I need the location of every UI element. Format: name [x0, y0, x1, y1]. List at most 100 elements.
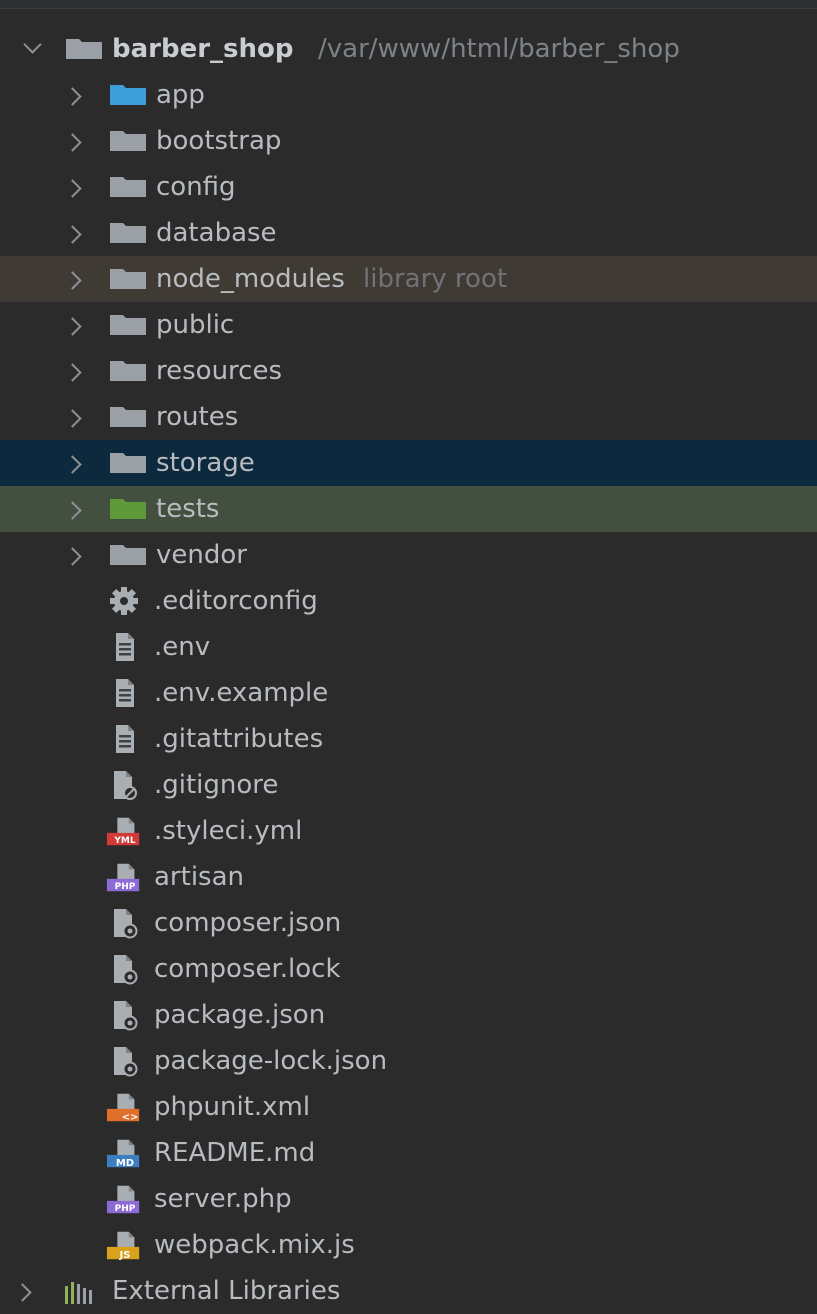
tree-row-folder-app[interactable]: app — [0, 72, 817, 118]
folder-icon — [110, 545, 146, 565]
file-label: webpack.mix.js — [154, 1230, 355, 1260]
file-label: README.md — [154, 1138, 316, 1168]
file-label: .editorconfig — [154, 586, 318, 616]
json-file-icon — [106, 997, 142, 1033]
file-label: .env — [154, 632, 211, 662]
tree-row-external-libraries[interactable]: External Libraries — [0, 1268, 817, 1314]
folder-label: tests — [156, 494, 220, 524]
folder-blue-icon — [110, 85, 146, 105]
tree-row-folder-routes[interactable]: routes — [0, 394, 817, 440]
file-badge: PHP — [114, 882, 136, 892]
folder-icon — [110, 223, 146, 243]
tree-row-file-package-json[interactable]: package.json — [0, 992, 817, 1038]
json-file-icon — [106, 1043, 142, 1079]
tree-row-folder-resources[interactable]: resources — [0, 348, 817, 394]
file-label: package.json — [154, 1000, 326, 1030]
tree-row-folder-tests[interactable]: tests — [0, 486, 817, 532]
file-badge: PHP — [114, 1204, 136, 1214]
chevron-right-icon[interactable] — [13, 1283, 32, 1302]
gear-icon — [106, 583, 142, 619]
external-libraries-label: External Libraries — [112, 1276, 341, 1306]
folder-label: node_modules — [156, 264, 345, 294]
chevron-right-icon[interactable] — [63, 317, 82, 336]
tree-row-file-server-php[interactable]: PHP server.php — [0, 1176, 817, 1222]
file-label: server.php — [154, 1184, 292, 1214]
file-label: .styleci.yml — [154, 816, 303, 846]
tree-row-file-webpack-mix-js[interactable]: JS webpack.mix.js — [0, 1222, 817, 1268]
folder-icon — [110, 315, 146, 335]
chevron-right-icon[interactable] — [63, 455, 82, 474]
tree-row-project-root[interactable]: barber_shop /var/www/html/barber_shop — [0, 26, 817, 72]
folder-label: public — [156, 310, 235, 340]
tree-row-file-phpunit-xml[interactable]: <> phpunit.xml — [0, 1084, 817, 1130]
chevron-down-icon[interactable] — [23, 35, 42, 54]
folder-icon — [66, 39, 102, 59]
folder-green-icon — [110, 499, 146, 519]
file-badge: MD — [115, 1158, 135, 1169]
chevron-right-icon[interactable] — [63, 409, 82, 428]
file-label: phpunit.xml — [154, 1092, 311, 1122]
folder-label: vendor — [156, 540, 247, 570]
file-label: composer.lock — [154, 954, 341, 984]
chevron-right-icon[interactable] — [63, 501, 82, 520]
file-label: package-lock.json — [154, 1046, 388, 1076]
tree-row-file-readme-md[interactable]: MD README.md — [0, 1130, 817, 1176]
tree-row-file-gitignore[interactable]: .gitignore — [0, 762, 817, 808]
toolbar-strip — [0, 0, 817, 9]
text-file-icon — [106, 629, 142, 665]
xml-file-icon: <> — [106, 1089, 142, 1125]
tree-row-file-env[interactable]: .env — [0, 624, 817, 670]
project-tree: barber_shop /var/www/html/barber_shop ap… — [0, 26, 817, 1314]
folder-icon — [110, 407, 146, 427]
folder-icon — [110, 269, 146, 289]
chevron-right-icon[interactable] — [63, 363, 82, 382]
tree-row-folder-config[interactable]: config — [0, 164, 817, 210]
file-badge: JS — [119, 1250, 131, 1261]
file-label: .gitignore — [154, 770, 279, 800]
chevron-right-icon[interactable] — [63, 179, 82, 198]
project-path: /var/www/html/barber_shop — [318, 34, 680, 64]
tree-row-file-artisan[interactable]: PHP artisan — [0, 854, 817, 900]
tree-row-file-package-lock-json[interactable]: package-lock.json — [0, 1038, 817, 1084]
tree-row-folder-public[interactable]: public — [0, 302, 817, 348]
tree-row-file-gitattributes[interactable]: .gitattributes — [0, 716, 817, 762]
folder-label: bootstrap — [156, 126, 282, 156]
project-name: barber_shop — [112, 34, 294, 64]
md-file-icon: MD — [106, 1135, 142, 1171]
tree-row-file-env-example[interactable]: .env.example — [0, 670, 817, 716]
chevron-right-icon[interactable] — [63, 87, 82, 106]
tree-row-file-composer-lock[interactable]: composer.lock — [0, 946, 817, 992]
folder-label: app — [156, 80, 205, 110]
folder-icon — [110, 131, 146, 151]
tree-row-folder-node-modules[interactable]: node_modules library root — [0, 256, 817, 302]
folder-label: resources — [156, 356, 283, 386]
folder-label: config — [156, 172, 236, 202]
folder-icon — [110, 177, 146, 197]
tree-row-folder-bootstrap[interactable]: bootstrap — [0, 118, 817, 164]
tree-row-file-editorconfig[interactable]: .editorconfig — [0, 578, 817, 624]
tree-row-file-composer-json[interactable]: composer.json — [0, 900, 817, 946]
file-badge: YML — [114, 836, 136, 846]
file-label: .gitattributes — [154, 724, 324, 754]
file-label: artisan — [154, 862, 244, 892]
library-icon — [64, 1280, 94, 1304]
json-file-icon — [106, 905, 142, 941]
chevron-right-icon[interactable] — [63, 271, 82, 290]
folder-label: routes — [156, 402, 239, 432]
tree-row-folder-database[interactable]: database — [0, 210, 817, 256]
file-label: .env.example — [154, 678, 329, 708]
text-file-icon — [106, 721, 142, 757]
folder-label: storage — [156, 448, 255, 478]
chevron-right-icon[interactable] — [63, 547, 82, 566]
file-badge: <> — [121, 1112, 139, 1123]
folder-icon — [110, 361, 146, 381]
php-file-icon: PHP — [106, 1181, 142, 1217]
ignore-file-icon — [106, 767, 142, 803]
tree-row-folder-vendor[interactable]: vendor — [0, 532, 817, 578]
chevron-right-icon[interactable] — [63, 225, 82, 244]
chevron-right-icon[interactable] — [63, 133, 82, 152]
tree-row-folder-storage[interactable]: storage — [0, 440, 817, 486]
tree-row-file-styleci-yml[interactable]: YML .styleci.yml — [0, 808, 817, 854]
yml-file-icon: YML — [106, 813, 142, 849]
file-label: composer.json — [154, 908, 342, 938]
